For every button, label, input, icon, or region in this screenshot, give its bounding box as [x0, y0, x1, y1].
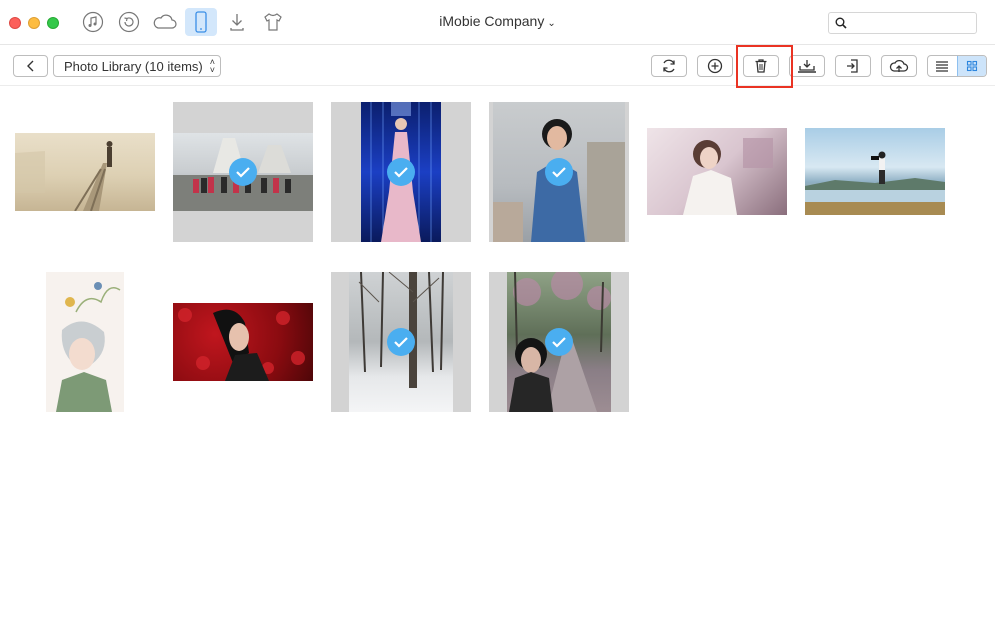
checkmark-icon — [387, 158, 415, 186]
photo-tile[interactable] — [173, 102, 313, 242]
photo-thumbnail — [805, 128, 945, 215]
to-computer-button[interactable] — [789, 55, 825, 77]
search-icon — [835, 17, 847, 29]
maximize-window-button[interactable] — [47, 17, 59, 29]
phone-icon[interactable] — [185, 8, 217, 36]
to-device-button[interactable] — [835, 55, 871, 77]
shirt-icon[interactable] — [257, 8, 289, 36]
chevron-left-icon — [26, 60, 33, 72]
photo-tile[interactable] — [15, 102, 155, 242]
title-bar: iMobie Company ⌄ — [0, 0, 995, 45]
backup-icon[interactable] — [113, 8, 145, 36]
list-view-icon — [936, 61, 949, 72]
toolbar: Photo Library (10 items) ˄ ˅ — [0, 46, 995, 86]
album-select[interactable]: Photo Library (10 items) ˄ ˅ — [53, 55, 221, 77]
photo-thumbnail — [173, 303, 313, 381]
search-input[interactable] — [828, 12, 977, 34]
photo-tile[interactable] — [331, 272, 471, 412]
checkmark-icon — [545, 328, 573, 356]
cloud-icon[interactable] — [149, 8, 181, 36]
grid-view-icon — [966, 60, 978, 72]
checkmark-icon — [545, 158, 573, 186]
album-label: Photo Library (10 items) — [64, 58, 203, 74]
to-device-icon — [847, 59, 858, 73]
device-name[interactable]: iMobie Company — [439, 13, 544, 29]
view-mode-toggle — [927, 55, 987, 77]
photo-tile[interactable] — [489, 102, 629, 242]
delete-highlight-box — [736, 45, 793, 88]
refresh-icon — [663, 59, 675, 73]
add-icon — [707, 58, 723, 74]
updown-arrows-icon: ˄ ˅ — [209, 57, 215, 75]
photo-thumbnail — [46, 272, 124, 412]
grid-view-button[interactable] — [956, 56, 986, 76]
photo-tile[interactable] — [489, 272, 629, 412]
download-icon[interactable] — [221, 8, 253, 36]
photo-tile[interactable] — [805, 102, 945, 242]
photo-tile[interactable] — [15, 272, 155, 412]
chevron-down-icon: ⌄ — [547, 18, 556, 29]
back-button[interactable] — [13, 55, 48, 77]
to-cloud-icon — [889, 59, 909, 72]
add-button[interactable] — [697, 55, 733, 77]
checkmark-icon — [387, 328, 415, 356]
photo-tile[interactable] — [647, 102, 787, 242]
minimize-window-button[interactable] — [28, 17, 40, 29]
to-computer-icon — [798, 60, 816, 73]
close-window-button[interactable] — [9, 17, 21, 29]
photo-tile[interactable] — [331, 102, 471, 242]
to-cloud-button[interactable] — [881, 55, 917, 77]
photo-thumbnail — [15, 133, 155, 211]
checkmark-icon — [229, 158, 257, 186]
list-view-button[interactable] — [928, 56, 957, 76]
photo-tile[interactable] — [173, 272, 313, 412]
photo-thumbnail — [647, 128, 787, 215]
music-icon[interactable] — [77, 8, 109, 36]
refresh-button[interactable] — [651, 55, 687, 77]
